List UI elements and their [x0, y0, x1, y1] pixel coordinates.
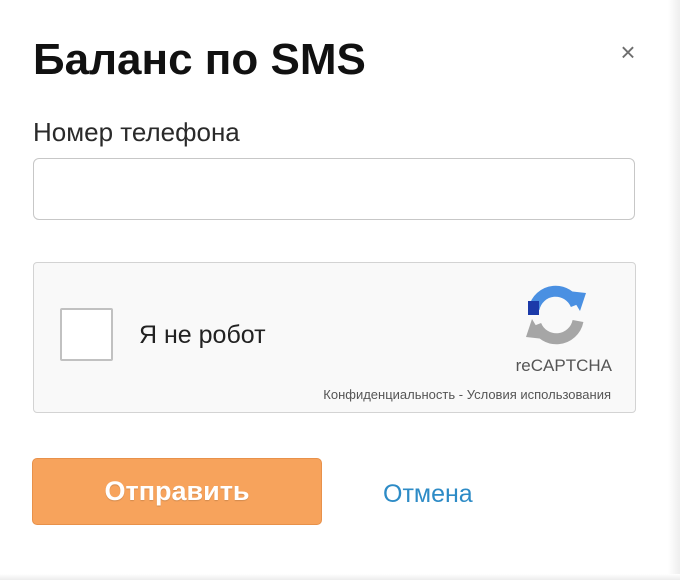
privacy-link[interactable]: Конфиденциальность: [323, 387, 455, 402]
close-icon: ×: [620, 37, 636, 67]
dialog-title: Баланс по SMS: [33, 35, 366, 84]
recaptcha-logo-icon: [526, 285, 586, 345]
recaptcha-checkbox[interactable]: [60, 308, 113, 361]
recaptcha-checkbox-label: Я не робот: [139, 321, 266, 349]
recaptcha-links: Конфиденциальность - Условия использован…: [214, 387, 611, 402]
phone-label: Номер телефона: [33, 117, 240, 147]
cancel-link[interactable]: Отмена: [383, 478, 473, 510]
phone-input[interactable]: [33, 158, 635, 220]
dialog-bottom-edge: [0, 574, 680, 580]
dialog-right-edge: [668, 0, 680, 580]
close-button[interactable]: ×: [612, 36, 644, 68]
terms-link[interactable]: Условия использования: [467, 387, 611, 402]
recaptcha-brand: reCAPTCHA: [515, 356, 612, 375]
links-separator: -: [455, 387, 467, 402]
submit-button[interactable]: Отправить: [32, 458, 322, 525]
recaptcha-widget: Я не робот reCAPTCHA Конфиденциальность …: [33, 262, 636, 413]
sms-balance-dialog: Баланс по SMS × Номер телефона Я не робо…: [0, 0, 680, 580]
